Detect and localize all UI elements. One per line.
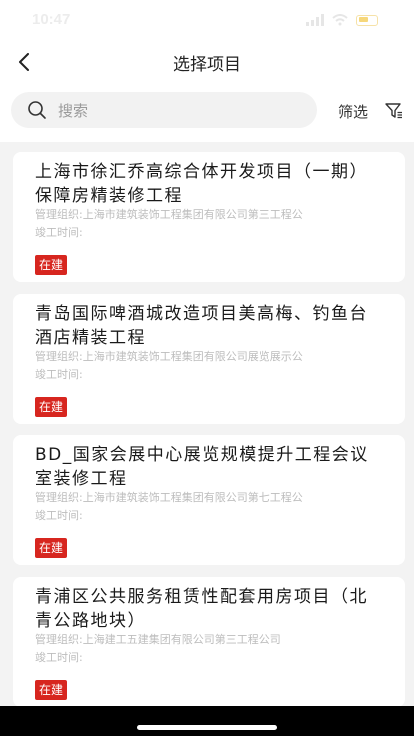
search-icon xyxy=(28,101,46,119)
project-title: BD_国家会展中心展览规模提升工程会议室装修工程 xyxy=(35,445,369,489)
filter-button[interactable]: 筛选 xyxy=(338,101,368,122)
project-completion-date: 竣工时间: xyxy=(35,509,83,522)
project-card[interactable]: BD_国家会展中心展览规模提升工程会议室装修工程 管理组织:上海市建筑装饰工程集… xyxy=(13,435,405,565)
home-indicator[interactable] xyxy=(137,725,277,730)
status-time: 10:47 xyxy=(32,11,71,28)
nav-bar: 选择项目 xyxy=(0,44,414,80)
page-title: 选择项目 xyxy=(173,55,241,75)
project-card[interactable]: 青浦区公共服务租赁性配套用房项目（北青公路地块） 管理组织:上海建工五建集团有限… xyxy=(13,577,405,707)
search-input[interactable]: 搜索 xyxy=(11,92,317,128)
status-bar: 10:47 xyxy=(0,0,414,44)
project-card[interactable]: 青岛国际啤酒城改造项目美高梅、钓鱼台酒店精装工程 管理组织:上海市建筑装饰工程集… xyxy=(13,294,405,424)
status-badge: 在建 xyxy=(35,538,68,558)
project-title: 青浦区公共服务租赁性配套用房项目（北青公路地块） xyxy=(35,587,368,631)
filter-icon[interactable] xyxy=(385,102,403,120)
signal-icon xyxy=(306,14,324,26)
status-badge: 在建 xyxy=(35,397,68,417)
battery-icon xyxy=(356,14,378,26)
status-badge: 在建 xyxy=(35,680,68,700)
search-row: 搜索 筛选 xyxy=(0,80,414,142)
wifi-icon xyxy=(332,14,348,26)
project-org: 管理组织:上海建工五建集团有限公司第三工程公司 xyxy=(35,633,281,646)
project-org: 管理组织:上海市建筑装饰工程集团有限公司展览展示公 xyxy=(35,350,303,363)
status-icons xyxy=(306,14,378,26)
project-title: 上海市徐汇乔高综合体开发项目（一期）保障房精装修工程 xyxy=(35,162,368,206)
project-completion-date: 竣工时间: xyxy=(35,226,83,239)
project-card[interactable]: 上海市徐汇乔高综合体开发项目（一期）保障房精装修工程 管理组织:上海市建筑装饰工… xyxy=(13,152,405,282)
project-completion-date: 竣工时间: xyxy=(35,651,83,664)
project-title: 青岛国际啤酒城改造项目美高梅、钓鱼台酒店精装工程 xyxy=(35,304,368,348)
project-org: 管理组织:上海市建筑装饰工程集团有限公司第三工程公 xyxy=(35,208,303,221)
project-org: 管理组织:上海市建筑装饰工程集团有限公司第七工程公 xyxy=(35,491,303,504)
search-placeholder: 搜索 xyxy=(58,101,89,120)
project-completion-date: 竣工时间: xyxy=(35,368,83,381)
home-bar-area xyxy=(0,706,414,736)
status-badge: 在建 xyxy=(35,255,68,275)
